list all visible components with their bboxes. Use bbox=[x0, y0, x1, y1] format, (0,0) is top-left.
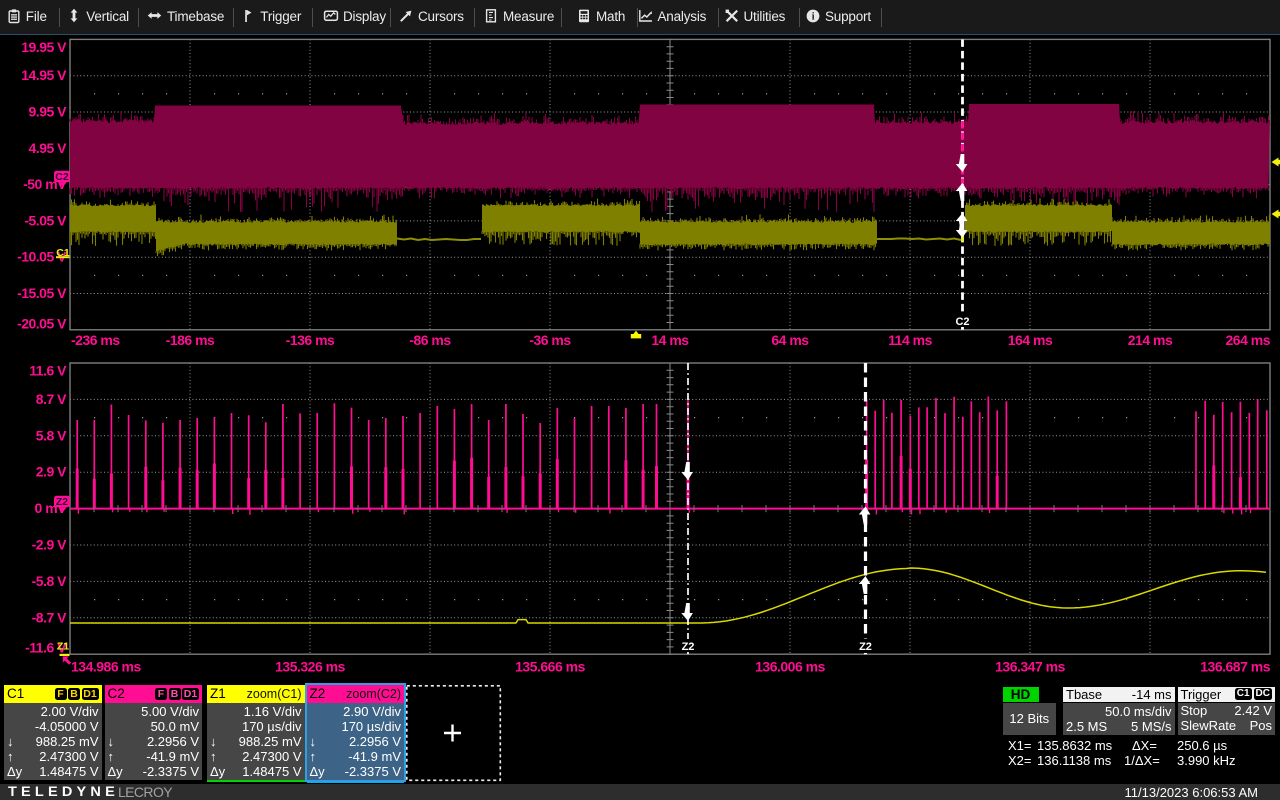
svg-text:9.95 V: 9.95 V bbox=[29, 104, 68, 120]
svg-text:-5.8 V: -5.8 V bbox=[32, 573, 68, 589]
svg-text:64 ms: 64 ms bbox=[771, 332, 809, 348]
svg-text:-86 ms: -86 ms bbox=[409, 332, 451, 348]
svg-text:Z1: Z1 bbox=[57, 641, 69, 653]
svg-text:19.95 V: 19.95 V bbox=[21, 39, 67, 55]
svg-text:-8.7 V: -8.7 V bbox=[32, 609, 68, 625]
svg-text:-15.05 V: -15.05 V bbox=[17, 285, 67, 301]
svg-text:-5.05 V: -5.05 V bbox=[24, 212, 67, 228]
svg-text:Z2: Z2 bbox=[56, 496, 68, 508]
svg-text:5.8 V: 5.8 V bbox=[36, 427, 67, 443]
svg-text:2.9 V: 2.9 V bbox=[36, 464, 67, 480]
svg-text:164 ms: 164 ms bbox=[1008, 332, 1053, 348]
svg-text:136.347 ms: 136.347 ms bbox=[995, 659, 1065, 675]
svg-text:114 ms: 114 ms bbox=[888, 332, 932, 348]
svg-text:Z2: Z2 bbox=[682, 641, 695, 653]
svg-text:214 ms: 214 ms bbox=[1128, 332, 1173, 348]
svg-text:11.6 V: 11.6 V bbox=[29, 363, 67, 379]
svg-text:136.687 ms: 136.687 ms bbox=[1200, 659, 1270, 675]
svg-text:-236 ms: -236 ms bbox=[71, 332, 120, 348]
svg-text:135.326 ms: 135.326 ms bbox=[275, 659, 345, 675]
svg-text:C2: C2 bbox=[955, 316, 969, 328]
svg-text:136.006 ms: 136.006 ms bbox=[755, 659, 825, 675]
svg-text:4.95 V: 4.95 V bbox=[29, 140, 68, 156]
svg-text:-36 ms: -36 ms bbox=[529, 332, 571, 348]
svg-text:264 ms: 264 ms bbox=[1226, 332, 1271, 348]
svg-text:134.986 ms: 134.986 ms bbox=[71, 659, 141, 675]
svg-text:Z2: Z2 bbox=[859, 641, 872, 653]
svg-text:C2: C2 bbox=[55, 171, 69, 183]
svg-text:i: i bbox=[812, 11, 815, 22]
svg-text:14 ms: 14 ms bbox=[651, 332, 689, 348]
svg-text:8.7 V: 8.7 V bbox=[36, 391, 67, 407]
svg-text:-2.9 V: -2.9 V bbox=[32, 537, 68, 553]
svg-text:14.95 V: 14.95 V bbox=[21, 67, 67, 83]
svg-text:-186 ms: -186 ms bbox=[166, 332, 215, 348]
svg-text:-20.05 V: -20.05 V bbox=[17, 315, 67, 331]
svg-text:135.666 ms: 135.666 ms bbox=[515, 659, 585, 675]
svg-text:-136 ms: -136 ms bbox=[286, 332, 335, 348]
